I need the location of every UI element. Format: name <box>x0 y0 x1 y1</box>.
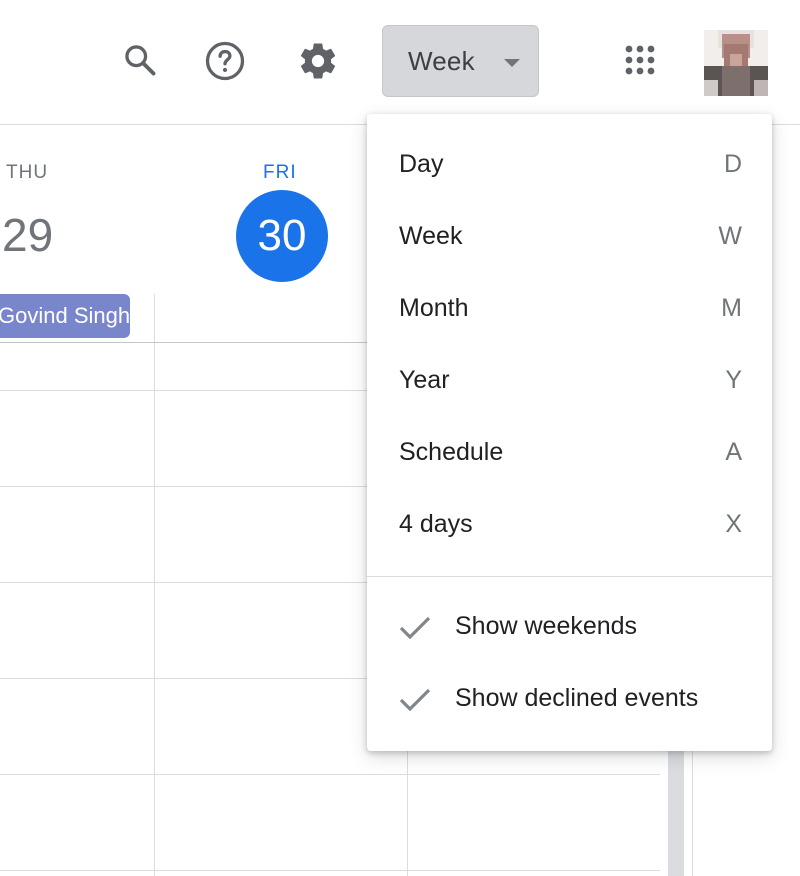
today-date-circle[interactable]: 30 <box>236 190 328 282</box>
menu-item-shortcut: D <box>723 150 742 178</box>
checkmark-icon <box>397 684 433 721</box>
menu-item-label: Week <box>399 222 463 250</box>
menu-item-label: Month <box>399 294 469 322</box>
gear-icon <box>300 43 336 79</box>
caret-down-icon <box>504 59 520 67</box>
menu-item-4-days[interactable]: 4 days X <box>367 490 772 562</box>
menu-item-shortcut: W <box>718 222 742 250</box>
grid-hour-line <box>0 678 367 679</box>
grid-column-divider <box>692 751 693 876</box>
menu-item-label: Schedule <box>399 438 504 466</box>
menu-item-label: 4 days <box>399 510 473 538</box>
search-icon <box>125 45 156 76</box>
grid-column-divider <box>407 751 408 876</box>
menu-item-label: Day <box>399 150 444 178</box>
checkmark-icon <box>397 612 433 649</box>
menu-item-month[interactable]: Month M <box>367 274 772 346</box>
help-icon <box>205 41 245 81</box>
grid-hour-line <box>0 582 367 583</box>
menu-item-schedule[interactable]: Schedule A <box>367 418 772 490</box>
menu-option-show-weekends[interactable]: Show weekends <box>367 592 772 664</box>
day-number-30: 30 <box>257 211 307 260</box>
view-switcher-button[interactable]: Week <box>382 25 539 97</box>
grid-hour-line <box>0 774 660 775</box>
menu-option-show-declined-events[interactable]: Show declined events <box>367 664 772 736</box>
menu-item-shortcut: X <box>725 510 742 538</box>
help-button[interactable] <box>201 37 249 85</box>
menu-item-shortcut: M <box>721 294 742 322</box>
menu-option-label: Show weekends <box>455 612 638 640</box>
all-day-separator <box>0 342 367 343</box>
menu-item-day[interactable]: Day D <box>367 130 772 202</box>
menu-item-label: Year <box>399 366 450 394</box>
search-button[interactable] <box>116 36 164 84</box>
grid-column-divider <box>154 294 155 876</box>
event-chip[interactable]: Govind Singh <box>0 294 130 338</box>
apps-grid-icon <box>625 45 655 75</box>
menu-item-shortcut: Y <box>725 366 742 394</box>
apps-button[interactable] <box>616 36 664 84</box>
day-number-29[interactable]: 29 <box>2 208 53 262</box>
top-bar: Week <box>0 0 800 125</box>
menu-divider <box>367 576 772 577</box>
day-header-thu: THU <box>6 162 49 183</box>
grid-hour-line <box>0 390 367 391</box>
grid-hour-line <box>0 486 367 487</box>
menu-item-year[interactable]: Year Y <box>367 346 772 418</box>
menu-item-week[interactable]: Week W <box>367 202 772 274</box>
menu-item-shortcut: A <box>725 438 742 466</box>
view-switcher-label: Week <box>408 45 475 76</box>
grid-hour-line <box>0 870 660 871</box>
menu-option-label: Show declined events <box>455 684 699 712</box>
view-menu: Day D Week W Month M Year Y Schedule A 4… <box>367 114 772 751</box>
scrollbar-thumb[interactable] <box>668 745 684 876</box>
account-avatar[interactable] <box>704 30 768 96</box>
settings-button[interactable] <box>294 37 342 85</box>
day-header-fri: FRI <box>263 162 297 183</box>
